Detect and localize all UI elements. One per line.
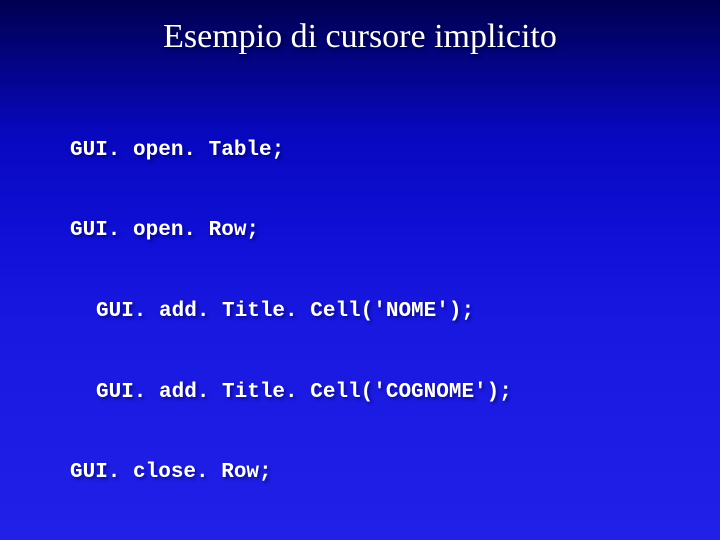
slide: Esempio di cursore implicito GUI. open. …	[0, 0, 720, 540]
code-line: GUI. open. Row;	[70, 218, 720, 245]
code-line: GUI. add. Title. Cell('COGNOME');	[70, 380, 720, 407]
code-line: GUI. close. Row;	[70, 460, 720, 487]
slide-title: Esempio di cursore implicito	[0, 18, 720, 56]
code-block: GUI. open. Table; GUI. open. Row; GUI. a…	[70, 84, 720, 540]
code-line: GUI. add. Title. Cell('NOME');	[70, 299, 720, 326]
code-line: GUI. open. Table;	[70, 138, 720, 165]
